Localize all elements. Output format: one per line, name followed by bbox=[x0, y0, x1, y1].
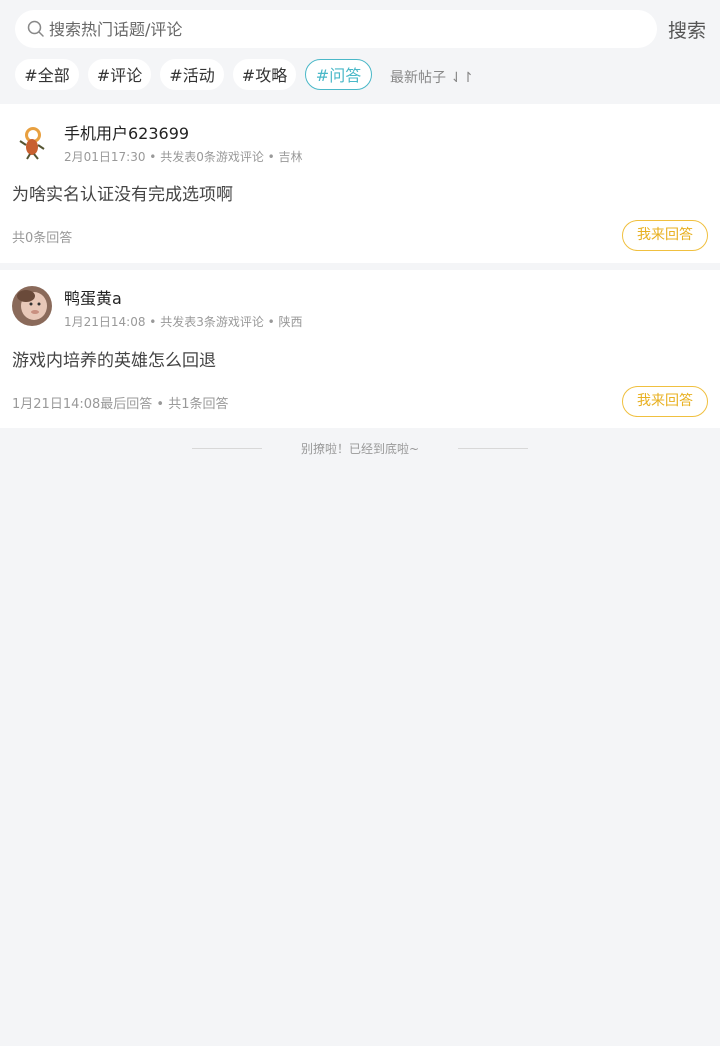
search-icon bbox=[27, 20, 45, 38]
post-title[interactable]: 游戏内培养的英雄怎么回退 bbox=[12, 346, 216, 371]
search-button[interactable]: 搜索 bbox=[668, 16, 706, 43]
avatar[interactable] bbox=[12, 286, 52, 326]
post-username[interactable]: 手机用户623699 bbox=[64, 120, 189, 144]
avatar[interactable] bbox=[12, 121, 52, 161]
post-card[interactable]: 鸭蛋黄a 1月21日14:08 • 共发表3条游戏评论 • 陕西 游戏内培养的英… bbox=[0, 270, 720, 428]
tag-reviews[interactable]: #评论 bbox=[88, 59, 151, 90]
tag-guides[interactable]: #攻略 bbox=[233, 59, 296, 90]
end-of-list-text: 别撩啦！已经到底啦~ bbox=[300, 442, 420, 456]
tag-all[interactable]: #全部 bbox=[15, 59, 79, 90]
post-last-answer: 1月21日14:08最后回答 • 共1条回答 bbox=[12, 397, 229, 412]
search-input[interactable] bbox=[49, 19, 629, 39]
tag-qa[interactable]: #问答 bbox=[305, 59, 372, 90]
post-meta: 1月21日14:08 • 共发表3条游戏评论 • 陕西 bbox=[64, 315, 303, 329]
post-card[interactable]: 手机用户623699 2月01日17:30 • 共发表0条游戏评论 • 吉林 为… bbox=[0, 104, 720, 263]
tag-filter-bar: #全部 #评论 #活动 #攻略 #问答 最新帖子 ⇃↾ bbox=[0, 58, 720, 104]
answer-button[interactable]: 我来回答 bbox=[622, 386, 708, 417]
post-meta: 2月01日17:30 • 共发表0条游戏评论 • 吉林 bbox=[64, 150, 303, 164]
answer-button[interactable]: 我来回答 bbox=[622, 220, 708, 251]
search-box[interactable] bbox=[15, 10, 657, 48]
post-username[interactable]: 鸭蛋黄a bbox=[64, 285, 122, 309]
sort-latest-button[interactable]: 最新帖子 ⇃↾ bbox=[390, 67, 474, 87]
post-title[interactable]: 为啥实名认证没有完成选项啊 bbox=[12, 180, 233, 205]
tag-events[interactable]: #活动 bbox=[160, 59, 224, 90]
post-answer-count: 共0条回答 bbox=[12, 231, 73, 246]
search-bar: 搜索 bbox=[0, 0, 720, 58]
